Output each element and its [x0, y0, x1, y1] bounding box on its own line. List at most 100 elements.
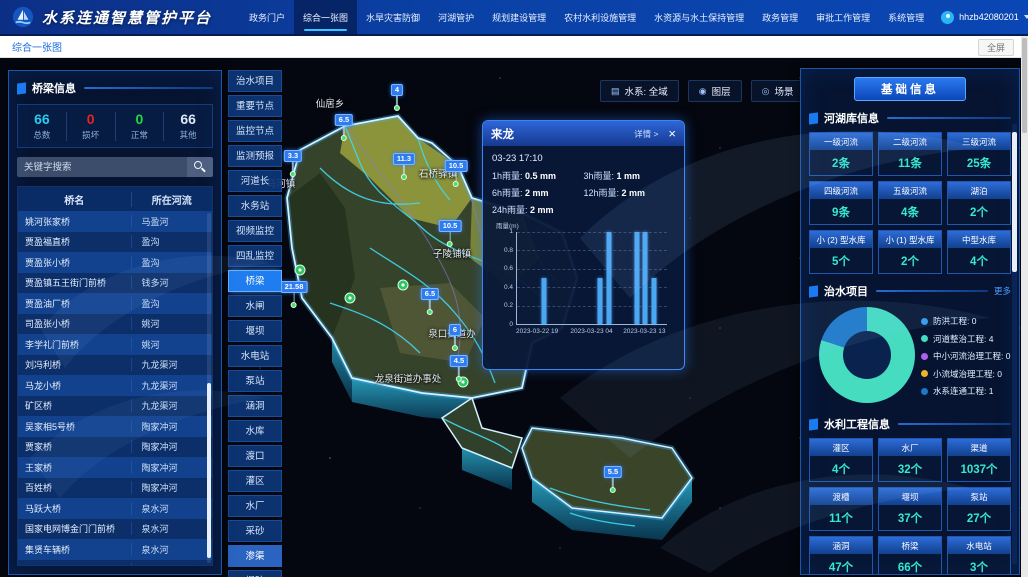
stat-card[interactable]: 一级河流 2条	[809, 132, 873, 176]
map-control-button[interactable]: ▤ 水系: 全域	[600, 80, 679, 102]
stat-card[interactable]: 小 (1) 型水库 2个	[878, 230, 942, 274]
basic-info-button[interactable]: 基础信息	[854, 77, 966, 101]
table-row[interactable]: 集贤车辆桥 泉水河	[18, 539, 212, 560]
table-row[interactable]: 马龙小桥 九龙渠河	[18, 375, 212, 396]
layer-menu-item[interactable]: 四乱监控	[228, 245, 282, 267]
stat-card[interactable]: 渡槽 11个	[809, 487, 873, 531]
layer-menu-item[interactable]: 水闸	[228, 295, 282, 317]
layer-menu-item[interactable]: 监测预报	[228, 145, 282, 167]
table-row[interactable]: 百姓桥 陶家冲河	[18, 478, 212, 499]
window-scrollbar[interactable]	[1021, 36, 1028, 577]
table-row[interactable]: 吴家相5号桥 陶家冲河	[18, 416, 212, 437]
station-marker[interactable]: 10.5	[439, 220, 462, 247]
table-row[interactable]: 刘冯利桥 九龙渠河	[18, 355, 212, 376]
table-row[interactable]: 国家电网博金门门前桥 泉水河	[18, 519, 212, 540]
layer-menu-item[interactable]: 堤防	[228, 570, 282, 577]
table-scrollbar-thumb[interactable]	[207, 383, 211, 558]
fullscreen-button[interactable]: 全屏	[978, 39, 1014, 56]
panel-scrollbar-thumb[interactable]	[1012, 132, 1017, 272]
table-row[interactable]: 司盈张小桥 姚河	[18, 314, 212, 335]
bridge-stat: 0 损坏	[66, 112, 115, 141]
station-marker[interactable]: 6.5	[335, 114, 353, 141]
table-row[interactable]: 桥梁5号混凝土桥 泉水河	[18, 560, 212, 567]
table-row[interactable]: 姚河张家桥 马盈河	[18, 211, 212, 232]
map-control-button[interactable]: ◎ 场景	[751, 80, 805, 102]
search-input[interactable]	[17, 157, 187, 177]
site-marker-icon[interactable]	[398, 280, 409, 291]
nav-item[interactable]: 规划建设管理	[483, 0, 555, 34]
stat-card[interactable]: 二级河流 11条	[878, 132, 942, 176]
close-icon[interactable]: ×	[668, 127, 676, 140]
panel-scrollbar[interactable]	[1012, 124, 1017, 564]
station-marker[interactable]: 6	[449, 324, 461, 351]
station-marker[interactable]: 3.3	[284, 150, 302, 177]
nav-item[interactable]: 政务管理	[753, 0, 807, 34]
station-marker[interactable]: 6.5	[421, 288, 439, 315]
more-link[interactable]: 更多	[994, 285, 1011, 297]
stat-card[interactable]: 涵洞 47个	[809, 536, 873, 575]
nav-item[interactable]: 水资源与水土保持管理	[645, 0, 753, 34]
stat-card[interactable]: 桥梁 66个	[878, 536, 942, 575]
map-control-button[interactable]: ◉ 图层	[688, 80, 742, 102]
layer-menu-item[interactable]: 桥梁	[228, 270, 282, 292]
layer-menu-item[interactable]: 水厂	[228, 495, 282, 517]
user-menu[interactable]: hhzb42080201	[941, 11, 1028, 24]
layer-menu-item[interactable]: 河道长	[228, 170, 282, 192]
station-marker[interactable]: 21.58	[281, 281, 308, 308]
stat-card[interactable]: 灌区 4个	[809, 438, 873, 482]
nav-item[interactable]: 水旱灾害防御	[357, 0, 429, 34]
nav-item[interactable]: 系统管理	[879, 0, 933, 34]
nav-item[interactable]: 审批工作管理	[807, 0, 879, 34]
layer-menu-item[interactable]: 水电站	[228, 345, 282, 367]
nav-item[interactable]: 河湖管护	[429, 0, 483, 34]
stat-card[interactable]: 堰坝 37个	[878, 487, 942, 531]
stat-card[interactable]: 五级河流 4条	[878, 181, 942, 225]
station-marker[interactable]: 4	[391, 84, 403, 111]
table-scrollbar[interactable]	[207, 213, 211, 563]
stat-card[interactable]: 泵站 27个	[947, 487, 1011, 531]
stat-card[interactable]: 小 (2) 型水库 5个	[809, 230, 873, 274]
table-row[interactable]: 王家桥 陶家冲河	[18, 457, 212, 478]
table-row[interactable]: 李学礼门前桥 姚河	[18, 334, 212, 355]
layer-menu-item[interactable]: 治水项目	[228, 70, 282, 92]
site-marker-icon[interactable]	[345, 293, 356, 304]
layer-menu-item[interactable]: 水库	[228, 420, 282, 442]
stat-card[interactable]: 湖泊 2个	[947, 181, 1011, 225]
stat-card[interactable]: 水厂 32个	[878, 438, 942, 482]
layer-menu-item[interactable]: 渡口	[228, 445, 282, 467]
stat-card[interactable]: 三级河流 25条	[947, 132, 1011, 176]
station-marker[interactable]: 4.5	[450, 355, 468, 382]
table-row[interactable]: 贾盈镇五王街门前桥 钱多河	[18, 273, 212, 294]
layer-menu-item[interactable]: 灌区	[228, 470, 282, 492]
layer-menu-item[interactable]: 水务站	[228, 195, 282, 217]
stat-card[interactable]: 四级河流 9条	[809, 181, 873, 225]
layer-menu-item[interactable]: 视频监控	[228, 220, 282, 242]
layer-menu-item[interactable]: 渗渠	[228, 545, 282, 567]
station-marker[interactable]: 5.5	[604, 466, 622, 493]
window-scrollbar-thumb[interactable]	[1022, 38, 1027, 133]
table-row[interactable]: 贾盈福直桥 盈沟	[18, 232, 212, 253]
stat-card[interactable]: 渠道 1037个	[947, 438, 1011, 482]
station-marker[interactable]: 11.3	[393, 153, 415, 180]
layer-menu-item[interactable]: 泵站	[228, 370, 282, 392]
nav-item[interactable]: 农村水利设施管理	[555, 0, 645, 34]
layer-menu-item[interactable]: 监控节点	[228, 120, 282, 142]
breadcrumb[interactable]: 综合一张图	[12, 39, 62, 54]
layer-menu-item[interactable]: 采砂	[228, 520, 282, 542]
nav-item[interactable]: 综合一张图	[294, 0, 357, 34]
layer-menu-item[interactable]: 堰坝	[228, 320, 282, 342]
table-row[interactable]: 贾盈油厂桥 盈沟	[18, 293, 212, 314]
table-row[interactable]: 矿区桥 九龙渠河	[18, 396, 212, 417]
site-marker-icon[interactable]	[295, 265, 306, 276]
table-row[interactable]: 贾盈张小桥 盈沟	[18, 252, 212, 273]
station-marker[interactable]: 10.5	[445, 160, 468, 187]
table-row[interactable]: 贾家桥 陶家冲河	[18, 437, 212, 458]
layer-menu-item[interactable]: 重要节点	[228, 95, 282, 117]
layer-menu-item[interactable]: 涵洞	[228, 395, 282, 417]
table-row[interactable]: 马跃大桥 泉水河	[18, 498, 212, 519]
popup-detail-link[interactable]: 详情 >	[634, 128, 658, 140]
stat-card[interactable]: 中型水库 4个	[947, 230, 1011, 274]
search-button[interactable]	[187, 157, 213, 177]
stat-card[interactable]: 水电站 3个	[947, 536, 1011, 575]
nav-item[interactable]: 政务门户	[240, 0, 294, 34]
